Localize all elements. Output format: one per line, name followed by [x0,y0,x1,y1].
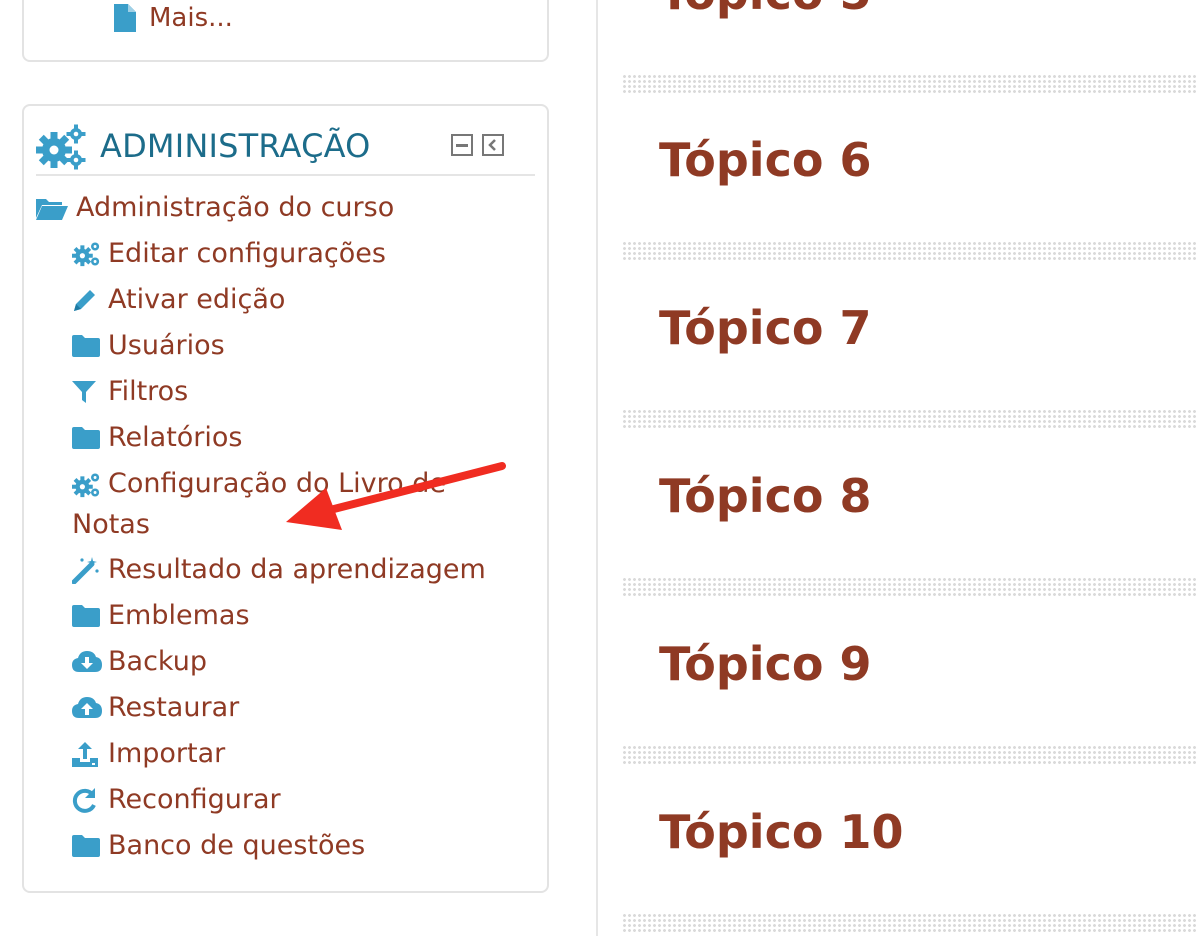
admin-item-label: Resultado da aprendizagem [108,554,486,585]
admin-item-editar-configuracoes[interactable]: Editar configurações [72,234,386,274]
folder-icon [72,418,108,458]
admin-item-label: Filtros [108,376,189,407]
admin-item-label: Usuários [108,330,225,361]
navigation-block: Mais... [22,0,549,62]
more-link-label: Mais... [149,3,233,33]
topic-6-title[interactable]: Tópico 6 [659,133,871,187]
section-separator [622,74,1198,94]
admin-item-restaurar[interactable]: Restaurar [72,688,239,728]
admin-item-label: Importar [108,738,226,769]
folder-icon [72,596,108,636]
admin-item-configuracao-livro-de-notas[interactable]: Configuração do Livro de Notas [72,464,502,545]
admin-item-ativar-edicao[interactable]: Ativar edição [72,280,285,320]
admin-item-label: Ativar edição [108,284,286,315]
pencil-icon [72,280,108,320]
tree-root-label: Administração do curso [76,192,395,223]
file-icon [114,3,140,33]
administration-block: ADMINISTRAÇÃO Administração do curso Edi… [22,104,549,893]
cloud-upload-icon [72,688,108,728]
more-link[interactable]: Mais... [114,3,233,33]
admin-item-usuarios[interactable]: Usuários [72,326,225,366]
admin-item-label: Backup [108,646,207,677]
admin-item-label: Configuração do Livro de Notas [72,468,447,540]
gears-icon [36,124,88,170]
admin-item-label: Emblemas [108,600,250,631]
folder-open-icon [36,188,76,228]
block-title: ADMINISTRAÇÃO [100,127,371,165]
section-separator [622,913,1198,933]
section-separator [622,241,1198,261]
folder-icon [72,826,108,866]
block-header: ADMINISTRAÇÃO [36,120,535,176]
topic-5-title[interactable]: Tópico 5 [659,0,871,20]
admin-item-reconfigurar[interactable]: Reconfigurar [72,780,281,820]
gears-icon [72,465,108,505]
upload-icon [72,734,108,774]
topic-8-title[interactable]: Tópico 8 [659,469,871,523]
admin-item-label: Relatórios [108,422,243,453]
admin-item-emblemas[interactable]: Emblemas [72,596,250,636]
topic-10-title[interactable]: Tópico 10 [659,805,903,859]
refresh-icon [72,780,108,820]
tree-root[interactable]: Administração do curso [36,188,394,228]
admin-item-filtros[interactable]: Filtros [72,372,188,412]
topic-7-title[interactable]: Tópico 7 [659,301,871,355]
magic-wand-icon [72,550,108,590]
section-separator [622,409,1198,429]
admin-item-banco-de-questoes[interactable]: Banco de questões [72,826,365,866]
topic-9-title[interactable]: Tópico 9 [659,637,871,691]
gears-icon [72,234,108,274]
cloud-download-icon [72,642,108,682]
admin-item-relatorios[interactable]: Relatórios [72,418,243,458]
admin-item-backup[interactable]: Backup [72,642,207,682]
dock-block-icon[interactable] [482,134,504,156]
section-separator [622,745,1198,765]
admin-item-importar[interactable]: Importar [72,734,225,774]
admin-item-label: Editar configurações [108,238,386,269]
admin-item-label: Reconfigurar [108,784,281,815]
filter-icon [72,372,108,412]
admin-item-label: Banco de questões [108,830,366,861]
admin-item-label: Restaurar [108,692,240,723]
folder-icon [72,326,108,366]
section-separator [622,577,1198,597]
admin-item-resultado-aprendizagem[interactable]: Resultado da aprendizagem [72,550,486,590]
column-divider [596,0,598,936]
hide-block-icon[interactable] [451,134,473,156]
